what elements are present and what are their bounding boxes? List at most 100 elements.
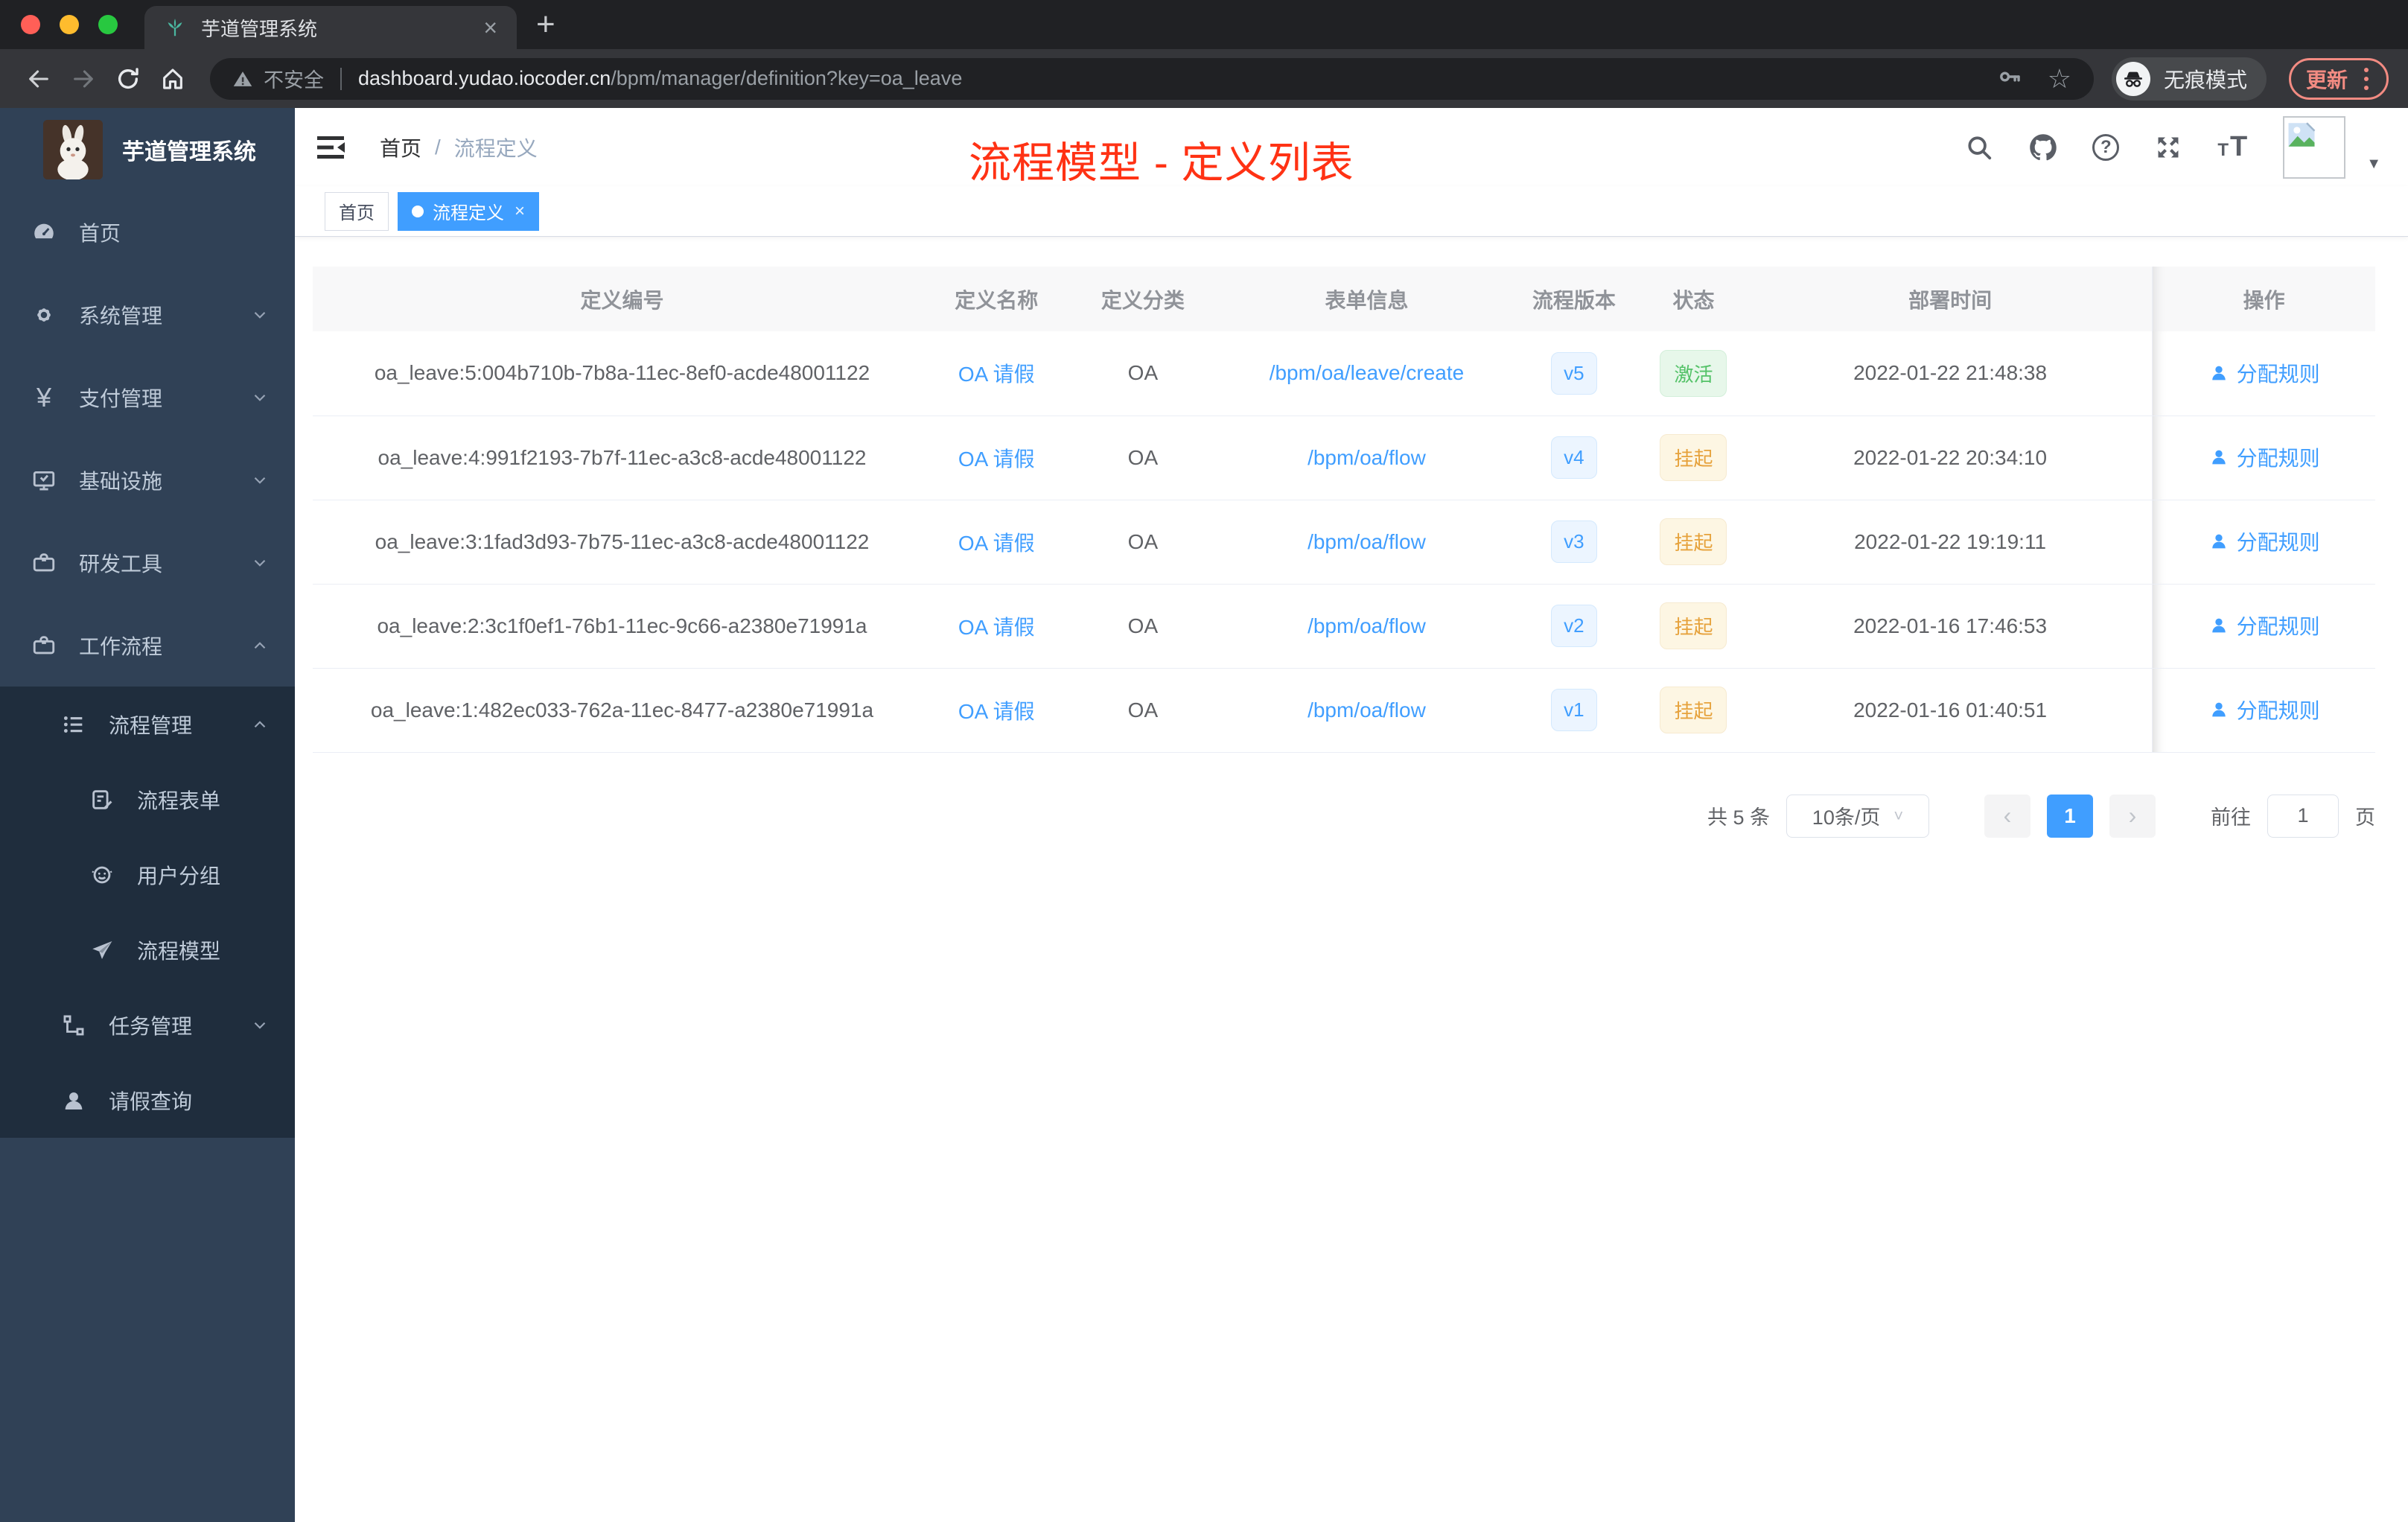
cell-deploy-time: 2022-01-16 01:40:51: [1748, 668, 2153, 753]
form-info-link[interactable]: /bpm/oa/leave/create: [1270, 361, 1465, 384]
col-form-info: 表单信息: [1224, 267, 1509, 331]
form-info-link[interactable]: /bpm/oa/flow: [1307, 698, 1426, 722]
cell-category: OA: [1061, 584, 1225, 669]
reload-button[interactable]: [109, 61, 147, 97]
sidebar-logo-row: 芋道管理系统: [0, 108, 295, 191]
gear-icon: [30, 301, 58, 329]
sidebar-item-payment[interactable]: ¥ 支付管理: [0, 356, 295, 439]
sidebar-item-infrastructure[interactable]: 基础设施: [0, 439, 295, 521]
breadcrumb: 首页 / 流程定义: [380, 133, 538, 162]
col-definition-id: 定义编号: [313, 267, 931, 331]
form-info-link[interactable]: /bpm/oa/flow: [1307, 614, 1426, 637]
sidebar-item-label: 基础设施: [79, 469, 163, 493]
home-button[interactable]: [153, 61, 192, 97]
dashboard-icon: [30, 218, 58, 246]
assign-rule-link[interactable]: 分配规则: [2208, 526, 2320, 556]
minimize-window-button[interactable]: [60, 15, 79, 34]
traffic-lights: [0, 15, 140, 34]
page-size-value: 10条/页: [1812, 806, 1881, 829]
security-label[interactable]: 不安全: [264, 64, 324, 93]
sidebar-item-label: 流程管理: [109, 713, 193, 737]
cell-deploy-time: 2022-01-16 17:46:53: [1748, 584, 2153, 669]
tag-process-definition[interactable]: 流程定义 ×: [398, 191, 540, 231]
assign-rule-link[interactable]: 分配规则: [2208, 695, 2320, 725]
forward-button[interactable]: [64, 61, 103, 97]
tag-home[interactable]: 首页: [325, 191, 389, 231]
definition-name-link[interactable]: OA 请假: [958, 363, 1035, 386]
tag-close-icon[interactable]: ×: [515, 201, 525, 222]
sidebar-item-user-group[interactable]: 用户分组: [0, 837, 295, 912]
tag-label: 首页: [339, 203, 375, 223]
goto-page-input[interactable]: [2267, 794, 2339, 838]
password-key-icon[interactable]: [1997, 64, 2022, 93]
assign-rule-link[interactable]: 分配规则: [2208, 442, 2320, 472]
search-icon[interactable]: [1964, 133, 1994, 162]
tab-title: 芋道管理系统: [201, 17, 318, 40]
definition-name-link[interactable]: OA 请假: [958, 616, 1035, 639]
toolbox-icon: [30, 549, 58, 577]
chevron-down-icon: [250, 305, 270, 325]
fullscreen-icon[interactable]: [2153, 133, 2183, 162]
url-path: /bpm/manager/definition?key=oa_leave: [611, 67, 963, 89]
app-title: 芋道管理系统: [122, 139, 256, 165]
sidebar-item-system[interactable]: 系统管理: [0, 273, 295, 356]
update-label[interactable]: 更新: [2306, 64, 2348, 94]
org-branch-icon: [60, 1011, 88, 1039]
sidebar-item-label: 流程表单: [137, 789, 221, 812]
browser-update-button[interactable]: 更新: [2288, 57, 2389, 100]
close-window-button[interactable]: [21, 15, 40, 34]
chevron-down-icon: [250, 471, 270, 490]
address-bar[interactable]: 不安全 dashboard.yudao.iocoder.cn /bpm/mana…: [210, 57, 2094, 100]
pagination: 共 5 条 10条/页 ˅ ‹ 1 › 前往 页: [313, 794, 2375, 838]
definition-name-link[interactable]: OA 请假: [958, 532, 1035, 555]
sidebar-item-process-form[interactable]: 流程表单: [0, 762, 295, 837]
sidebar-item-label: 任务管理: [109, 1014, 193, 1038]
github-icon[interactable]: [2028, 133, 2058, 162]
sidebar-item-home[interactable]: 首页: [0, 191, 295, 273]
url-host: dashboard.yudao.iocoder.cn: [358, 67, 611, 89]
tab-close-icon[interactable]: ×: [477, 13, 503, 42]
font-size-icon[interactable]: TT: [2217, 131, 2249, 163]
new-tab-button[interactable]: +: [536, 8, 555, 41]
avatar-caret-icon[interactable]: ▼: [2366, 156, 2381, 173]
definition-name-link[interactable]: OA 请假: [958, 700, 1035, 723]
sidebar-item-process-management[interactable]: 流程管理: [0, 687, 295, 762]
status-badge: 挂起: [1660, 518, 1727, 565]
page-unit-label: 页: [2355, 806, 2375, 829]
form-info-link[interactable]: /bpm/oa/flow: [1307, 530, 1426, 553]
sidebar-item-task-management[interactable]: 任务管理: [0, 987, 295, 1063]
cell-definition-id: oa_leave:5:004b710b-7b8a-11ec-8ef0-acde4…: [313, 331, 931, 416]
sidebar-item-label: 支付管理: [79, 386, 163, 410]
col-status: 状态: [1639, 267, 1748, 331]
yen-icon: ¥: [36, 381, 52, 413]
browser-tab[interactable]: 芋道管理系统 ×: [144, 6, 517, 49]
definition-name-link[interactable]: OA 请假: [958, 448, 1035, 471]
chevron-down-icon: ˅: [1893, 806, 1904, 825]
help-icon[interactable]: ?: [2092, 133, 2120, 161]
avatar[interactable]: [2283, 115, 2346, 179]
sidebar-item-leave-query[interactable]: 请假查询: [0, 1063, 295, 1138]
browser-menu-icon[interactable]: [2361, 67, 2372, 90]
sidebar-item-label: 研发工具: [79, 552, 163, 576]
sidebar-item-workflow[interactable]: 工作流程: [0, 604, 295, 687]
sidebar-item-process-model[interactable]: 流程模型: [0, 912, 295, 987]
page-size-select[interactable]: 10条/页 ˅: [1786, 794, 1929, 838]
assign-rule-link[interactable]: 分配规则: [2208, 358, 2320, 388]
tags-view-bar: 首页 流程定义 ×: [295, 186, 2408, 237]
form-info-link[interactable]: /bpm/oa/flow: [1307, 446, 1426, 469]
prev-page-button[interactable]: ‹: [1984, 794, 2030, 838]
bookmark-star-icon[interactable]: ☆: [2048, 65, 2071, 92]
next-page-button[interactable]: ›: [2109, 794, 2156, 838]
back-button[interactable]: [19, 61, 58, 97]
cell-category: OA: [1061, 415, 1225, 500]
tag-label: 流程定义: [433, 203, 504, 223]
definition-table: 定义编号 定义名称 定义分类 表单信息 流程版本 状态 部署时间 操作 oa_l: [313, 267, 2375, 753]
assign-rule-link[interactable]: 分配规则: [2208, 611, 2320, 640]
sidebar-collapse-icon[interactable]: [316, 134, 345, 161]
status-badge: 挂起: [1660, 602, 1727, 649]
current-page-button[interactable]: 1: [2047, 794, 2093, 838]
maximize-window-button[interactable]: [98, 15, 118, 34]
breadcrumb-home[interactable]: 首页: [380, 133, 421, 162]
col-actions: 操作: [2152, 267, 2375, 331]
sidebar-item-devtools[interactable]: 研发工具: [0, 521, 295, 604]
